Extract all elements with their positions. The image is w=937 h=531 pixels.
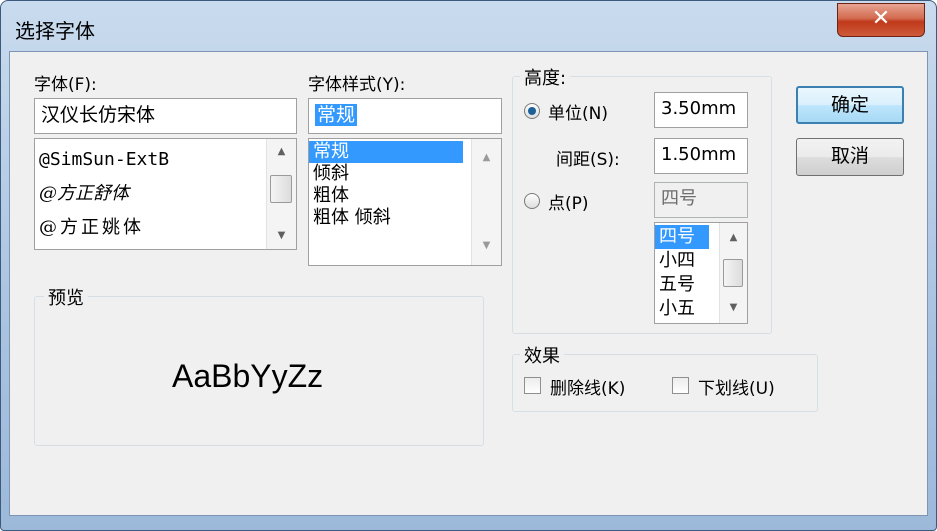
scroll-down-arrow-icon[interactable]: ▼ (267, 225, 296, 247)
font-dialog-window: 选择字体 ✕ 字体(F): 汉仪长仿宋体 @SimSun-ExtB @方正舒体 … (0, 0, 937, 531)
cancel-button[interactable]: 取消 (796, 138, 904, 176)
preview-group-title: 预览 (44, 284, 88, 310)
unit-label[interactable]: 单位(N) (548, 99, 608, 124)
style-label: 字体样式(Y): (308, 75, 406, 95)
scroll-down-arrow-icon[interactable]: ▼ (720, 297, 747, 319)
style-input[interactable]: 常规 (308, 98, 502, 134)
font-label: 字体(F): (34, 75, 97, 95)
unit-input[interactable]: 3.50mm (654, 92, 748, 128)
underline-checkbox[interactable] (672, 377, 689, 394)
height-group-title: 高度: (520, 64, 571, 90)
font-list-item[interactable]: @方正舒体 (35, 177, 296, 211)
preview-sample-text: AaBbYyZz (172, 358, 324, 394)
point-size-input[interactable]: 四号 (654, 182, 748, 218)
point-size-scrollbar[interactable]: ▲ ▼ (719, 223, 747, 323)
underline-label[interactable]: 下划线(U) (698, 374, 775, 399)
point-size-list[interactable]: 四号 小四 五号 小五 ▲ ▼ (654, 222, 748, 324)
spacing-input[interactable]: 1.50mm (654, 138, 748, 174)
point-size-value: 四号 (661, 188, 697, 209)
radio-selected-dot (528, 107, 536, 115)
point-radio[interactable] (524, 193, 540, 209)
dialog-client-area: 字体(F): 汉仪长仿宋体 @SimSun-ExtB @方正舒体 @方正姚体 ▲… (9, 51, 928, 516)
close-icon: ✕ (871, 6, 891, 31)
unit-radio[interactable] (524, 103, 540, 119)
strikethrough-checkbox[interactable] (524, 377, 541, 394)
scroll-down-arrow-icon[interactable]: ▼ (472, 235, 501, 257)
font-list-item[interactable]: @SimSun-ExtB (35, 143, 296, 177)
font-name-input[interactable]: 汉仪长仿宋体 (34, 98, 297, 134)
scroll-thumb[interactable] (723, 259, 743, 287)
effects-group-title: 效果 (520, 342, 564, 368)
scroll-up-arrow-icon[interactable]: ▲ (472, 147, 501, 169)
point-size-list-item[interactable]: 四号 (655, 225, 709, 249)
font-list-item[interactable]: @方正姚体 (35, 211, 296, 245)
close-button[interactable]: ✕ (837, 3, 925, 37)
window-title: 选择字体 (15, 19, 95, 43)
unit-value: 3.50mm (661, 98, 737, 119)
style-value: 常规 (315, 104, 358, 126)
scroll-up-arrow-icon[interactable]: ▲ (720, 227, 747, 249)
point-label[interactable]: 点(P) (548, 189, 589, 214)
ok-button[interactable]: 确定 (796, 86, 904, 124)
scroll-up-arrow-icon[interactable]: ▲ (267, 141, 296, 163)
style-list[interactable]: 常规 倾斜 粗体 粗体 倾斜 ▲ ▼ (308, 138, 502, 266)
title-bar[interactable]: 选择字体 ✕ (1, 1, 936, 51)
font-name-value: 汉仪长仿宋体 (41, 104, 156, 126)
strikethrough-label[interactable]: 删除线(K) (550, 374, 625, 399)
font-list-scrollbar[interactable]: ▲ ▼ (266, 139, 296, 249)
scroll-thumb[interactable] (270, 175, 292, 203)
style-list-item[interactable]: 常规 (309, 141, 463, 163)
style-list-scrollbar[interactable]: ▲ ▼ (471, 139, 501, 265)
spacing-label: 间距(S): (556, 150, 620, 170)
font-list[interactable]: @SimSun-ExtB @方正舒体 @方正姚体 ▲ ▼ (34, 138, 297, 250)
spacing-value: 1.50mm (661, 144, 737, 165)
